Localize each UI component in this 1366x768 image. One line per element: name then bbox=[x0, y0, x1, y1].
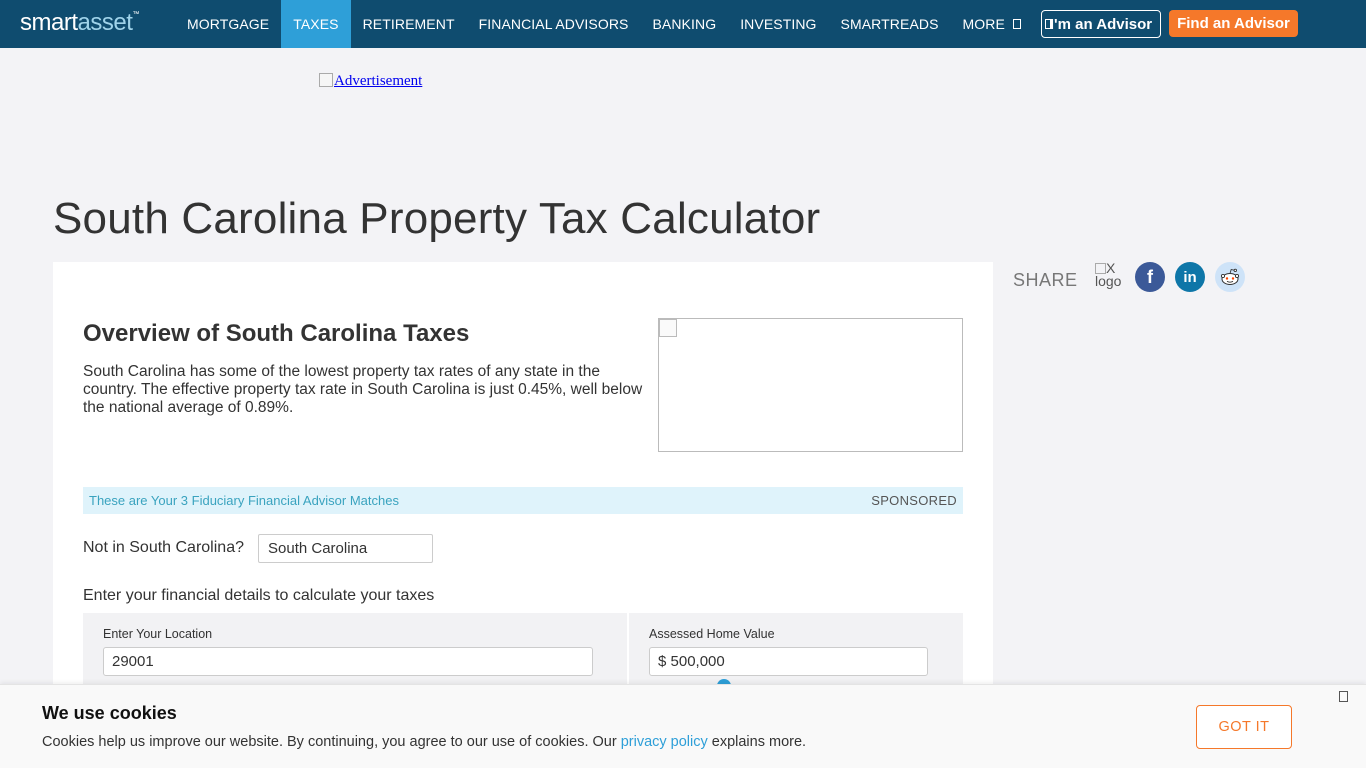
nav-item-retirement[interactable]: RETIREMENT bbox=[351, 0, 467, 48]
nav-menu: MORTGAGE TAXES RETIREMENT FINANCIAL ADVI… bbox=[175, 0, 1063, 48]
nav-item-label: FINANCIAL ADVISORS bbox=[478, 16, 629, 32]
overview-title: Overview of South Carolina Taxes bbox=[83, 320, 470, 347]
got-it-button[interactable]: GOT IT bbox=[1196, 705, 1292, 749]
nav-item-label: SMARTREADS bbox=[840, 16, 939, 32]
sponsored-label: SPONSORED bbox=[871, 493, 957, 508]
location-field-group: Enter Your Location 29001 bbox=[83, 613, 627, 693]
nav-item-label: MORTGAGE bbox=[187, 16, 270, 32]
nav-item-smartreads[interactable]: SMARTREADS bbox=[829, 0, 951, 48]
share-linkedin-button[interactable]: in bbox=[1175, 262, 1205, 292]
nav-item-label: INVESTING bbox=[740, 16, 817, 32]
advisor-matches-text: These are Your 3 Fiduciary Financial Adv… bbox=[89, 493, 399, 508]
privacy-policy-link[interactable]: privacy policy bbox=[621, 734, 708, 750]
calculator-fields: Enter Your Location 29001 Assessed Home … bbox=[83, 613, 963, 693]
logo-smart-text: smart bbox=[20, 9, 78, 36]
page-title: South Carolina Property Tax Calculator bbox=[53, 194, 821, 243]
state-select[interactable]: South Carolina bbox=[258, 534, 433, 563]
cookie-banner: We use cookies Cookies help us improve o… bbox=[0, 684, 1366, 768]
broken-image-icon bbox=[659, 319, 677, 337]
cookie-title: We use cookies bbox=[42, 703, 177, 723]
nav-item-more[interactable]: MORE bbox=[951, 0, 1033, 48]
nav-item-label: RETIREMENT bbox=[362, 16, 455, 32]
logo-trademark: ™ bbox=[132, 11, 139, 18]
cookie-text-before: Cookies help us improve our website. By … bbox=[42, 734, 621, 750]
nav-item-financial-advisors[interactable]: FINANCIAL ADVISORS bbox=[467, 0, 641, 48]
nav-item-taxes[interactable]: TAXES bbox=[281, 0, 351, 48]
find-an-advisor-button[interactable]: Find an Advisor bbox=[1169, 10, 1298, 37]
nav-item-label: TAXES bbox=[293, 16, 339, 32]
share-label: SHARE bbox=[1013, 270, 1078, 290]
logo-asset-text: asset bbox=[77, 9, 133, 36]
share-facebook-button[interactable]: f bbox=[1135, 262, 1165, 292]
chevron-down-icon bbox=[1012, 19, 1021, 29]
advertisement-link[interactable]: Advertisement bbox=[319, 73, 422, 90]
location-label: Enter Your Location bbox=[103, 627, 213, 641]
nav-item-label: BANKING bbox=[652, 16, 717, 32]
reddit-icon bbox=[1220, 268, 1240, 285]
home-value-label: Assessed Home Value bbox=[649, 627, 775, 641]
state-selector-label: Not in South Carolina? bbox=[83, 539, 244, 556]
location-input[interactable]: 29001 bbox=[103, 647, 593, 676]
details-prompt: Enter your financial details to calculat… bbox=[83, 587, 435, 604]
share-x-button[interactable]: X logo bbox=[1095, 262, 1125, 292]
nav-item-banking[interactable]: BANKING bbox=[640, 0, 728, 48]
overview-text: South Carolina has some of the lowest pr… bbox=[83, 363, 643, 416]
nav-item-label: MORE bbox=[962, 16, 1005, 32]
linkedin-icon: in bbox=[1183, 268, 1197, 286]
top-navigation: smartasset™ MORTGAGE TAXES RETIREMENT FI… bbox=[0, 0, 1366, 48]
share-reddit-button[interactable] bbox=[1215, 262, 1245, 292]
facebook-icon: f bbox=[1147, 266, 1153, 287]
broken-image-icon bbox=[319, 73, 333, 87]
cookie-text-after: explains more. bbox=[707, 734, 807, 750]
advertisement-alt-text: Advertisement bbox=[334, 73, 423, 89]
home-value-input[interactable]: $ 500,000 bbox=[649, 647, 928, 676]
nav-item-investing[interactable]: INVESTING bbox=[728, 0, 828, 48]
smartasset-logo[interactable]: smartasset™ bbox=[20, 9, 139, 37]
nav-item-mortgage[interactable]: MORTGAGE bbox=[175, 0, 281, 48]
im-an-advisor-button[interactable]: I'm an Advisor bbox=[1041, 10, 1161, 38]
home-value-field-group: Assessed Home Value $ 500,000 bbox=[629, 613, 963, 693]
state-map-image bbox=[658, 318, 963, 452]
close-icon[interactable] bbox=[1339, 691, 1348, 702]
cookie-text: Cookies help us improve our website. By … bbox=[42, 734, 806, 750]
advisor-matches-bar[interactable]: These are Your 3 Fiduciary Financial Adv… bbox=[83, 487, 963, 514]
